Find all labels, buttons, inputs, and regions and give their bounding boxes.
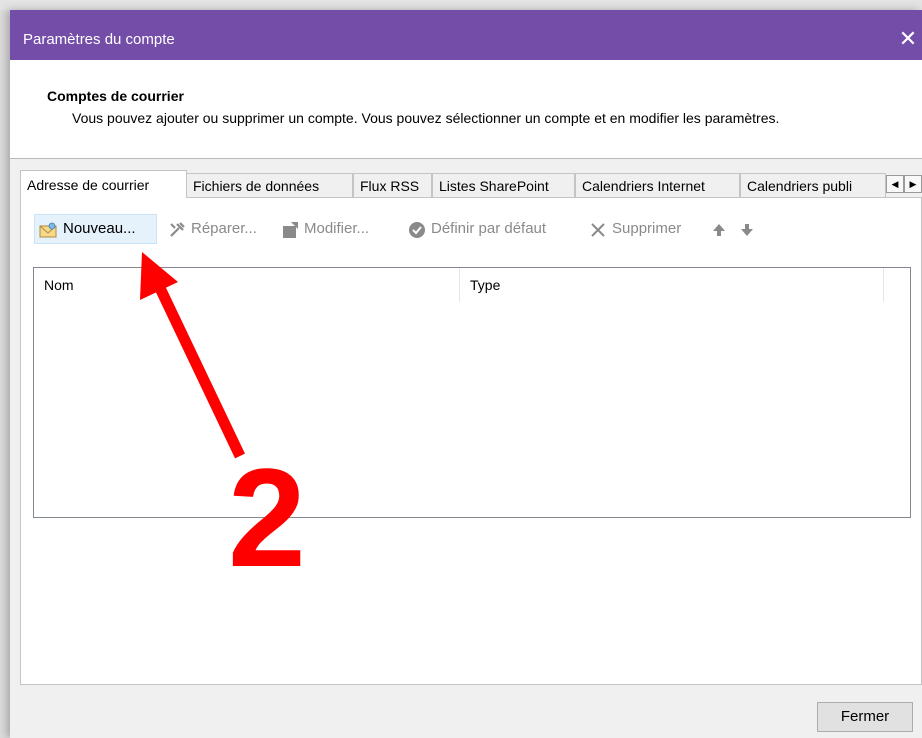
arrow-up-icon [713, 224, 725, 236]
close-icon[interactable]: ✕ [894, 24, 922, 54]
section-description: Vous pouvez ajouter ou supprimer un comp… [72, 110, 780, 126]
repair-label: Réparer... [191, 220, 257, 237]
title-bar: Paramètres du compte ✕ [10, 10, 922, 60]
tab-scroll-left-icon[interactable]: ◀ [886, 175, 904, 193]
tab-internet-calendars[interactable]: Calendriers Internet [575, 173, 740, 197]
tab-scroll-right-icon[interactable]: ▶ [904, 175, 922, 193]
move-down-button[interactable] [734, 214, 756, 244]
modify-icon [283, 222, 298, 238]
annotation-step-number: 2 [228, 439, 306, 596]
account-toolbar: Nouveau... Réparer... Modifier... Défini… [34, 214, 904, 244]
new-mail-icon [39, 222, 57, 238]
modify-button[interactable]: Modifier... [277, 214, 397, 244]
tab-published-calendars[interactable]: Calendriers publi [740, 173, 886, 197]
email-tab-panel: Nouveau... Réparer... Modifier... Défini… [20, 197, 922, 685]
tab-email[interactable]: Adresse de courrier [20, 170, 187, 198]
tab-data-files[interactable]: Fichiers de données [186, 173, 353, 197]
tab-strip: Adresse de courrier Fichiers de données … [20, 170, 922, 198]
account-settings-dialog: Paramètres du compte ✕ Comptes de courri… [10, 10, 922, 738]
new-account-button[interactable]: Nouveau... [34, 214, 157, 244]
set-default-label: Définir par défaut [431, 220, 547, 237]
check-circle-icon [409, 222, 425, 238]
x-icon [591, 223, 605, 237]
accounts-list[interactable]: Nom Type [33, 267, 911, 518]
repair-button[interactable]: Réparer... [164, 214, 269, 244]
window-title: Paramètres du compte [23, 31, 175, 48]
arrow-down-icon [741, 224, 753, 236]
background-strip [0, 0, 922, 10]
new-account-label: Nouveau... [63, 220, 136, 237]
column-name[interactable]: Nom [34, 268, 459, 302]
tab-sharepoint-lists[interactable]: Listes SharePoint [432, 173, 575, 197]
set-default-button[interactable]: Définir par défaut [404, 214, 580, 244]
delete-label: Supprimer [612, 220, 682, 237]
repair-tools-icon [170, 222, 185, 237]
column-divider[interactable] [883, 268, 884, 302]
close-button[interactable]: Fermer [817, 702, 913, 732]
move-up-button[interactable] [706, 214, 728, 244]
delete-button[interactable]: Supprimer [585, 214, 695, 244]
modify-label: Modifier... [304, 220, 370, 237]
column-type[interactable]: Type [460, 268, 884, 302]
header-panel: Comptes de courrier Vous pouvez ajouter … [10, 60, 922, 159]
section-title: Comptes de courrier [47, 88, 184, 104]
tab-rss-feeds[interactable]: Flux RSS [353, 173, 432, 197]
